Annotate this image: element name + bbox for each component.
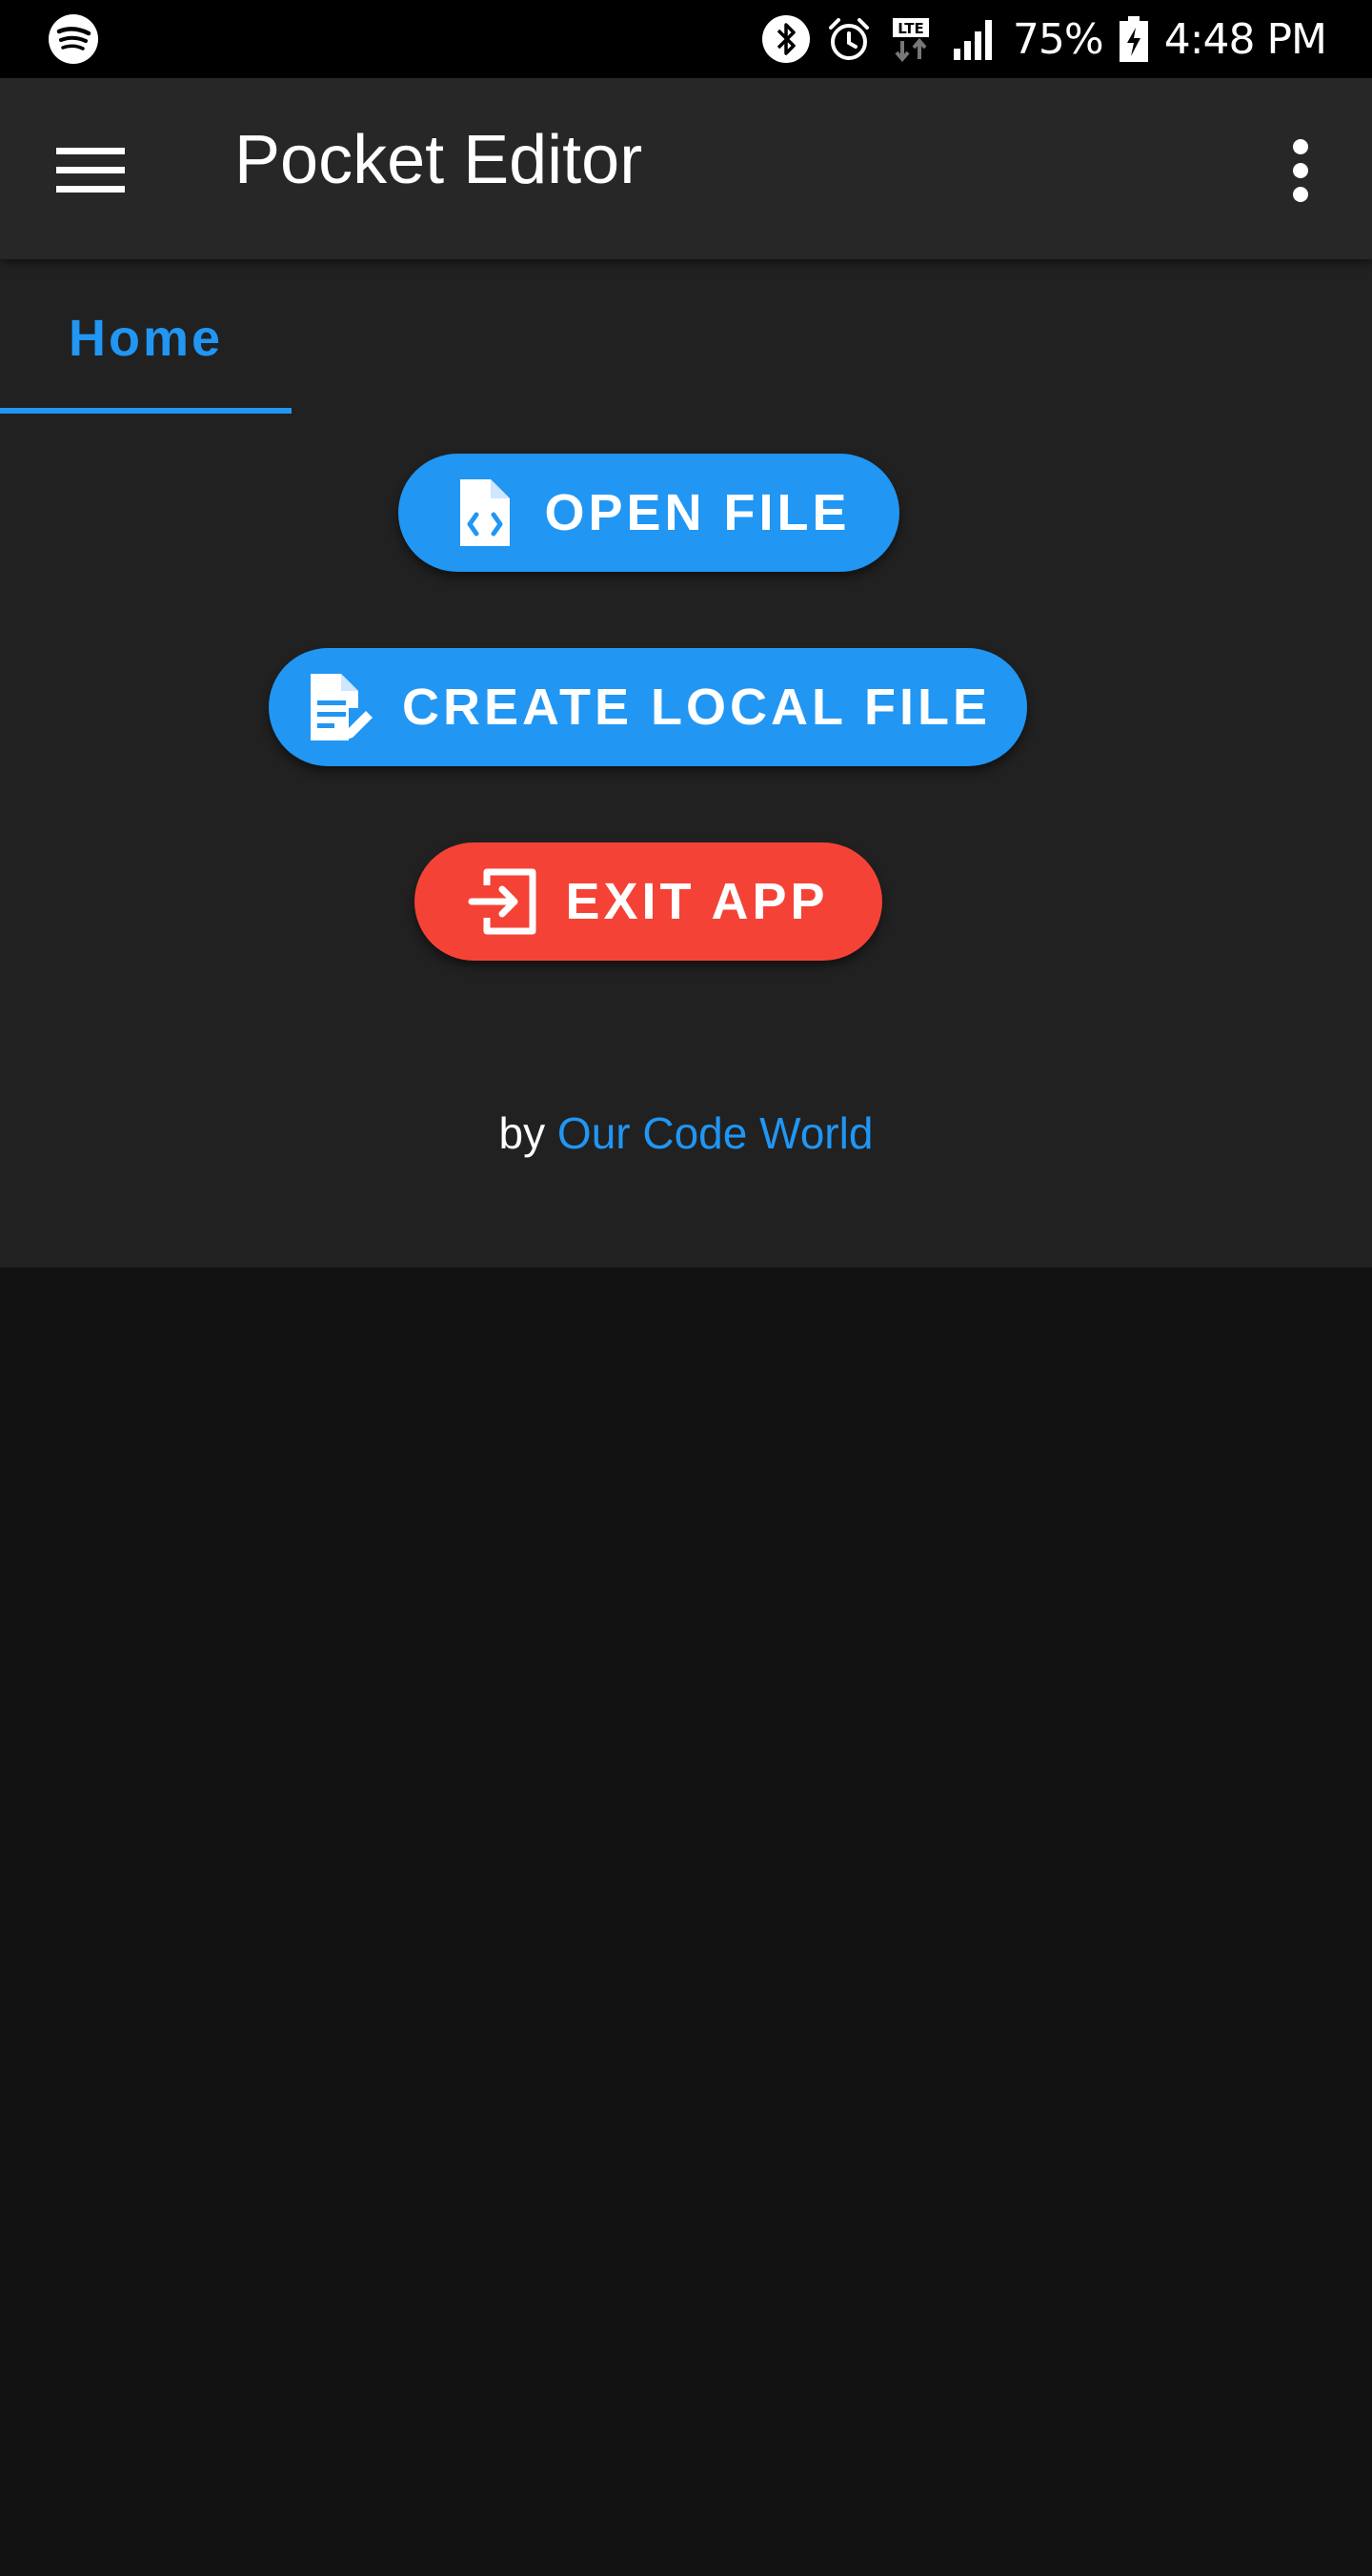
exit-app-label: EXIT APP (565, 873, 829, 930)
exit-icon (468, 868, 536, 935)
open-file-label: OPEN FILE (544, 484, 851, 541)
menu-button[interactable] (38, 128, 143, 213)
tab-indicator (0, 408, 292, 414)
app-bar: Pocket Editor (0, 78, 1372, 259)
svg-text:LTE: LTE (898, 20, 924, 37)
spotify-icon (49, 14, 98, 64)
exit-app-button[interactable]: EXIT APP (414, 842, 882, 961)
create-local-file-button[interactable]: CREATE LOCAL FILE (269, 648, 1027, 766)
clock: 4:48 PM (1163, 14, 1327, 64)
open-file-button[interactable]: OPEN FILE (398, 454, 899, 572)
credit-prefix: by (498, 1108, 546, 1158)
battery-charging-icon (1119, 16, 1148, 62)
lte-icon: LTE (892, 18, 929, 63)
more-vert-icon (1293, 139, 1308, 202)
credit-line: by Our Code World (0, 1107, 1372, 1159)
status-bar: LTE 75% 4:48 PM (0, 0, 1372, 78)
file-edit-icon (311, 674, 373, 740)
alarm-icon (828, 18, 869, 60)
overflow-menu-button[interactable] (1267, 128, 1334, 213)
create-local-file-label: CREATE LOCAL FILE (402, 679, 991, 736)
tab-home-label: Home (68, 310, 224, 367)
file-code-icon (460, 479, 511, 546)
battery-percent: 75% (1012, 14, 1104, 64)
menu-icon (56, 148, 125, 193)
home-content: Home OPEN FILE CREATE LOCAL FILE EXIT AP… (0, 259, 1372, 1268)
tab-home[interactable]: Home (0, 259, 292, 414)
signal-icon (953, 20, 992, 60)
bluetooth-icon (761, 15, 810, 63)
app-title: Pocket Editor (234, 122, 643, 198)
credit-link[interactable]: Our Code World (557, 1108, 874, 1158)
